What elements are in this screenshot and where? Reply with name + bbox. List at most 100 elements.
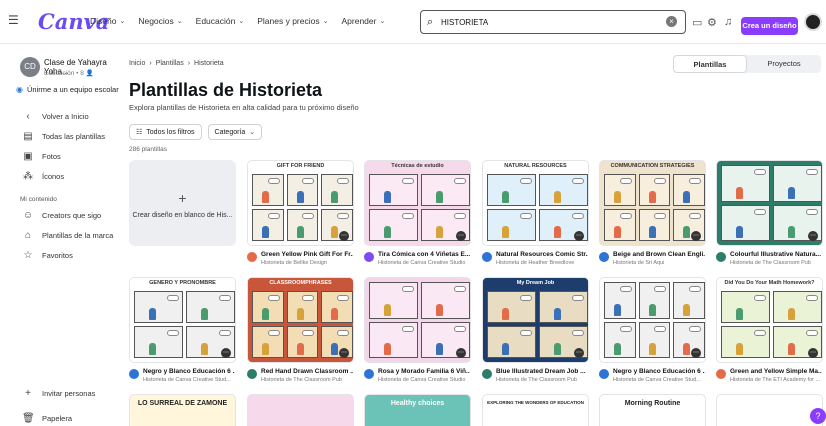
template-card[interactable]: My Dream Job ⋯ Blue Illustrated Dream Job … xyxy=(482,277,589,385)
template-author[interactable]: Historieta de The ETI Academy for ... xyxy=(730,377,822,383)
template-name[interactable]: Green and Yellow Simple Ma... xyxy=(730,368,822,375)
author-avatar[interactable] xyxy=(482,252,492,262)
template-author[interactable]: Historieta de Canva Creative Stud... xyxy=(613,377,705,383)
template-author[interactable]: Historieta de The Classroom Pub xyxy=(496,377,588,383)
more-options-icon[interactable]: ⋯ xyxy=(574,348,584,358)
template-name[interactable]: Red Hand Drawn Classroom ... xyxy=(261,368,353,375)
author-avatar[interactable] xyxy=(129,369,139,379)
author-avatar[interactable] xyxy=(716,252,726,262)
nav-item-1[interactable]: Negocios ⌄ xyxy=(138,16,182,26)
more-options-icon[interactable]: ⋯ xyxy=(221,348,231,358)
template-thumbnail[interactable] xyxy=(716,394,823,426)
template-author[interactable]: Historieta de Canva Creative Stud... xyxy=(143,377,235,383)
sidebar-item-0[interactable]: ‹ Volver a Inicio xyxy=(22,111,88,122)
template-thumbnail[interactable]: ⋯ xyxy=(716,160,823,246)
template-card[interactable]: Técnicas de estudio ⋯ Tira Cómica con 4 Vi… xyxy=(364,160,471,268)
more-options-icon[interactable]: ⋯ xyxy=(691,348,701,358)
template-name[interactable]: Negro y Blanco Educación 6 ... xyxy=(613,368,705,375)
template-card[interactable]: ⋯ Colourful Illustrative Natura... Histori… xyxy=(716,160,823,268)
template-name[interactable]: Colourful Illustrative Natura... xyxy=(730,251,822,258)
template-name[interactable]: Negro y Blanco Educación 6 ... xyxy=(143,368,235,375)
template-thumbnail[interactable]: Did You Do Your Math Homework? ⋯ xyxy=(716,277,823,363)
create-blank-design-card[interactable]: + Crear diseño en blanco de His... xyxy=(129,160,236,246)
template-name[interactable]: Rosa y Morado Familia 6 Viñ... xyxy=(378,368,470,375)
template-author[interactable]: Historieta de Bellke Design xyxy=(261,260,353,266)
template-thumbnail[interactable] xyxy=(247,394,354,426)
tab-templates[interactable]: Plantillas xyxy=(673,55,747,73)
template-card[interactable]: Did You Do Your Math Homework? ⋯ Green and… xyxy=(716,277,823,385)
template-thumbnail[interactable]: GENERO Y PRONOMBRE ⋯ xyxy=(129,277,236,363)
sidebar-item-0[interactable]: ☺ Creators que sigo xyxy=(22,210,101,221)
template-thumbnail[interactable]: EXPLORING THE WONDERS OF EDUCATION xyxy=(482,394,589,426)
template-author[interactable]: Historieta de Canva Creative Studio xyxy=(378,377,470,383)
template-card[interactable]: NATURAL RESOURCES ⋯ Natural Resources Comi… xyxy=(482,160,589,268)
template-thumbnail[interactable]: ⋯ xyxy=(599,277,706,363)
template-thumbnail[interactable]: Técnicas de estudio ⋯ xyxy=(364,160,471,246)
clear-search-icon[interactable]: × xyxy=(666,16,677,27)
menu-icon[interactable]: ☰ xyxy=(8,14,22,26)
template-author[interactable]: Historieta de Sri Aqui xyxy=(613,260,705,266)
search-value[interactable]: HISTORIETA xyxy=(441,18,488,27)
template-card[interactable]: GENERO Y PRONOMBRE ⋯ Negro y Blanco Educac… xyxy=(129,277,236,385)
template-name[interactable]: Beige and Brown Clean Engli... xyxy=(613,251,705,258)
more-options-icon[interactable]: ⋯ xyxy=(339,231,349,241)
template-thumbnail[interactable]: COMMUNICATION STRATEGIES ⋯ xyxy=(599,160,706,246)
tab-projects[interactable]: Proyectos xyxy=(747,55,821,73)
user-avatar[interactable] xyxy=(804,13,822,31)
template-card[interactable]: COMMUNICATION STRATEGIES ⋯ Beige and Brown… xyxy=(599,160,706,268)
nav-item-0[interactable]: Diseño ⌄ xyxy=(90,16,125,26)
author-avatar[interactable] xyxy=(599,252,609,262)
template-thumbnail[interactable]: LO SURREAL DE ZAMONE xyxy=(129,394,236,426)
more-options-icon[interactable]: ⋯ xyxy=(574,231,584,241)
more-options-icon[interactable]: ⋯ xyxy=(456,231,466,241)
more-options-icon[interactable]: ⋯ xyxy=(808,231,818,241)
author-avatar[interactable] xyxy=(364,369,374,379)
sidebar-item-2[interactable]: ▣ Fotos xyxy=(22,151,61,162)
join-school-team-button[interactable]: ◉ Únirme a un equipo escolar xyxy=(16,85,119,94)
template-name[interactable]: Blue Illustrated Dream Job ... xyxy=(496,368,588,375)
nav-item-4[interactable]: Aprender ⌄ xyxy=(341,16,385,26)
team-avatar[interactable]: CD xyxy=(20,57,40,77)
template-author[interactable]: Historieta de Heather Breedlove xyxy=(496,260,588,266)
sidebar-item-1[interactable]: ⌂ Plantillas de la marca xyxy=(22,230,113,241)
desktop-icon[interactable]: ▭ xyxy=(692,16,702,29)
author-avatar[interactable] xyxy=(364,252,374,262)
author-avatar[interactable] xyxy=(247,369,257,379)
trash-button[interactable]: 🗑 Papelera xyxy=(22,413,72,424)
category-dropdown[interactable]: Categoría ⌄ xyxy=(207,124,263,140)
template-card[interactable]: ⋯ Negro y Blanco Educación 6 ... Historiet… xyxy=(599,277,706,385)
search-input[interactable]: ⌕ HISTORIETA × xyxy=(420,10,686,34)
crumb-home[interactable]: Inicio xyxy=(129,60,145,67)
template-card[interactable]: CLASSROOMPHRASES ⋯ Red Hand Drawn Classroo… xyxy=(247,277,354,385)
crumb-templates[interactable]: Plantillas xyxy=(156,60,184,67)
template-thumbnail[interactable]: Morning Routine xyxy=(599,394,706,426)
template-thumbnail[interactable]: CLASSROOMPHRASES ⋯ xyxy=(247,277,354,363)
more-options-icon[interactable]: ⋯ xyxy=(808,348,818,358)
template-author[interactable]: Historieta de The Classroom Pub xyxy=(730,260,822,266)
author-avatar[interactable] xyxy=(482,369,492,379)
author-avatar[interactable] xyxy=(716,369,726,379)
template-name[interactable]: Tira Cómica con 4 Viñetas E... xyxy=(378,251,470,258)
nav-item-3[interactable]: Planes y precios ⌄ xyxy=(257,16,328,26)
all-filters-button[interactable]: ☷ Todos los filtros xyxy=(129,124,202,140)
template-name[interactable]: Natural Resources Comic Str... xyxy=(496,251,588,258)
author-avatar[interactable] xyxy=(599,369,609,379)
more-options-icon[interactable]: ⋯ xyxy=(691,231,701,241)
help-button[interactable]: ? xyxy=(810,408,826,424)
template-thumbnail[interactable]: Healthy choices xyxy=(364,394,471,426)
template-name[interactable]: Green Yellow Pink Gift For Fr... xyxy=(261,251,353,258)
create-design-button[interactable]: Crea un diseño xyxy=(741,17,798,35)
sidebar-item-3[interactable]: ⁂ Íconos xyxy=(22,171,64,182)
template-thumbnail[interactable]: My Dream Job ⋯ xyxy=(482,277,589,363)
template-thumbnail[interactable]: ⋯ xyxy=(364,277,471,363)
invite-people-button[interactable]: + Invitar personas xyxy=(22,388,95,399)
sidebar-item-2[interactable]: ☆ Favoritos xyxy=(22,250,73,261)
template-card[interactable]: GIFT FOR FRIEND ⋯ Green Yellow Pink Gift F… xyxy=(247,160,354,268)
template-thumbnail[interactable]: NATURAL RESOURCES ⋯ xyxy=(482,160,589,246)
nav-item-2[interactable]: Educación ⌄ xyxy=(196,16,245,26)
template-card[interactable]: ⋯ Rosa y Morado Familia 6 Viñ... Historiet… xyxy=(364,277,471,385)
author-avatar[interactable] xyxy=(247,252,257,262)
template-author[interactable]: Historieta de Canva Creative Studio xyxy=(378,260,470,266)
template-author[interactable]: Historieta de The Classroom Pub xyxy=(261,377,353,383)
notifications-icon[interactable]: ♫ xyxy=(724,16,732,28)
